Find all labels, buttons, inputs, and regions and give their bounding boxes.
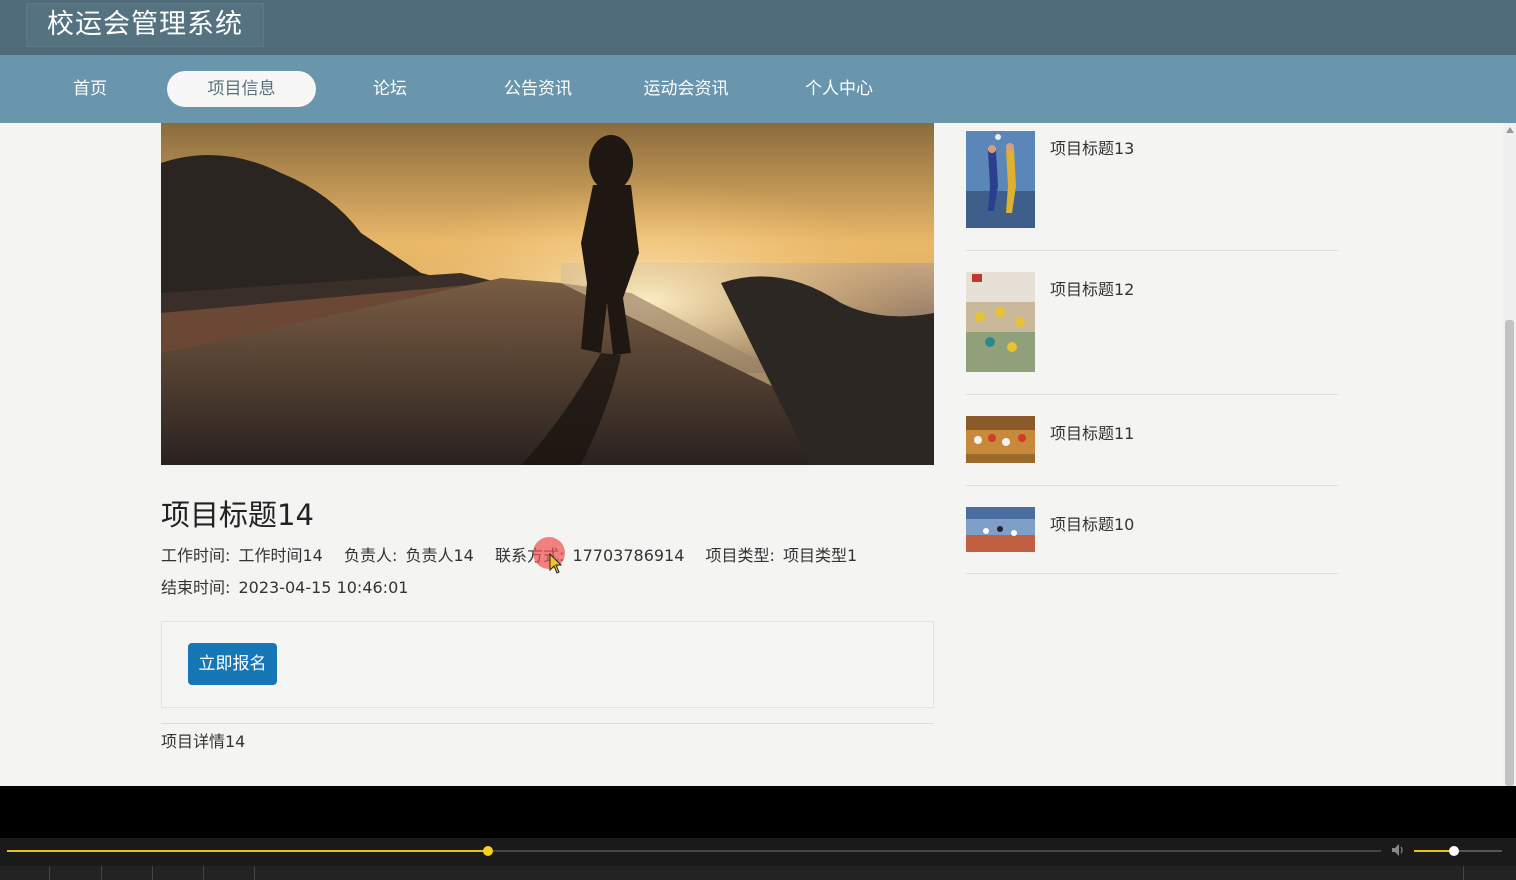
work-time-value: 工作时间14 xyxy=(238,546,323,565)
page-scrollbar-thumb[interactable] xyxy=(1505,320,1514,786)
type-label: 项目类型: xyxy=(705,546,775,565)
project-meta-row-1: 工作时间: 工作时间14 负责人: 负责人14 联系方式: 1770378691… xyxy=(161,542,860,566)
nav-item-forum[interactable]: 论坛 xyxy=(340,71,440,107)
sidebar-title-11[interactable]: 项目标题11 xyxy=(1050,420,1134,444)
sidebar-thumb-12 xyxy=(966,272,1035,372)
sidebar-item-12[interactable]: 项目标题12 xyxy=(966,272,1338,395)
taskbar-divider xyxy=(1463,866,1464,880)
taskbar-divider xyxy=(152,866,153,880)
signup-button[interactable]: 立即报名 xyxy=(188,643,277,685)
work-time-label: 工作时间: xyxy=(161,546,231,565)
type-value: 项目类型1 xyxy=(783,546,858,565)
scroll-up-arrow-icon[interactable] xyxy=(1506,127,1514,133)
nav-item-sports-news[interactable]: 运动会资讯 xyxy=(626,71,746,107)
owner-label: 负责人: xyxy=(343,546,398,565)
sidebar-item-10[interactable]: 项目标题10 xyxy=(966,507,1338,574)
end-time-label: 结束时间: xyxy=(161,578,231,597)
taskbar-divider xyxy=(203,866,204,880)
nav-item-home[interactable]: 首页 xyxy=(40,71,140,107)
nav-item-announcements[interactable]: 公告资讯 xyxy=(478,71,598,107)
volume-icon[interactable] xyxy=(1391,843,1407,857)
taskbar-divider xyxy=(101,866,102,880)
owner-value: 负责人14 xyxy=(405,546,474,565)
sidebar-thumb-13 xyxy=(966,131,1035,228)
end-time-value: 2023-04-15 10:46:01 xyxy=(238,578,409,597)
volume-fill xyxy=(1414,850,1454,852)
nav-item-projects[interactable]: 项目信息 xyxy=(167,71,316,107)
main-nav: 首页 项目信息 论坛 公告资讯 运动会资讯 个人中心 xyxy=(0,55,1516,123)
sidebar-title-10[interactable]: 项目标题10 xyxy=(1050,511,1134,535)
project-meta-row-2: 结束时间: 2023-04-15 10:46:01 xyxy=(161,574,411,598)
project-title: 项目标题14 xyxy=(161,498,314,532)
sidebar-item-13[interactable]: 项目标题13 xyxy=(966,131,1338,251)
volume-knob[interactable] xyxy=(1449,846,1459,856)
taskbar-divider xyxy=(254,866,255,880)
page: 校运会管理系统 首页 项目信息 论坛 公告资讯 运动会资讯 个人中心 项目标题1… xyxy=(0,0,1516,786)
taskbar-divider xyxy=(49,866,50,880)
site-brand[interactable]: 校运会管理系统 xyxy=(26,3,264,47)
contact-value: 17703786914 xyxy=(572,546,685,565)
mouse-cursor-icon xyxy=(549,553,563,574)
nav-item-profile[interactable]: 个人中心 xyxy=(779,71,899,107)
taskbar-strip xyxy=(0,866,1516,880)
detail-divider xyxy=(161,723,934,724)
video-progress-knob[interactable] xyxy=(483,846,493,856)
project-detail: 项目详情14 xyxy=(161,732,246,751)
sidebar-thumb-11 xyxy=(966,416,1035,463)
top-bar: 校运会管理系统 xyxy=(0,0,1516,55)
sidebar-title-13[interactable]: 项目标题13 xyxy=(1050,135,1134,159)
sidebar-item-11[interactable]: 项目标题11 xyxy=(966,416,1338,486)
project-hero-image xyxy=(161,123,934,465)
video-progress-fill xyxy=(7,850,488,852)
sidebar-thumb-10 xyxy=(966,507,1035,552)
sidebar-title-12[interactable]: 项目标题12 xyxy=(1050,276,1134,300)
